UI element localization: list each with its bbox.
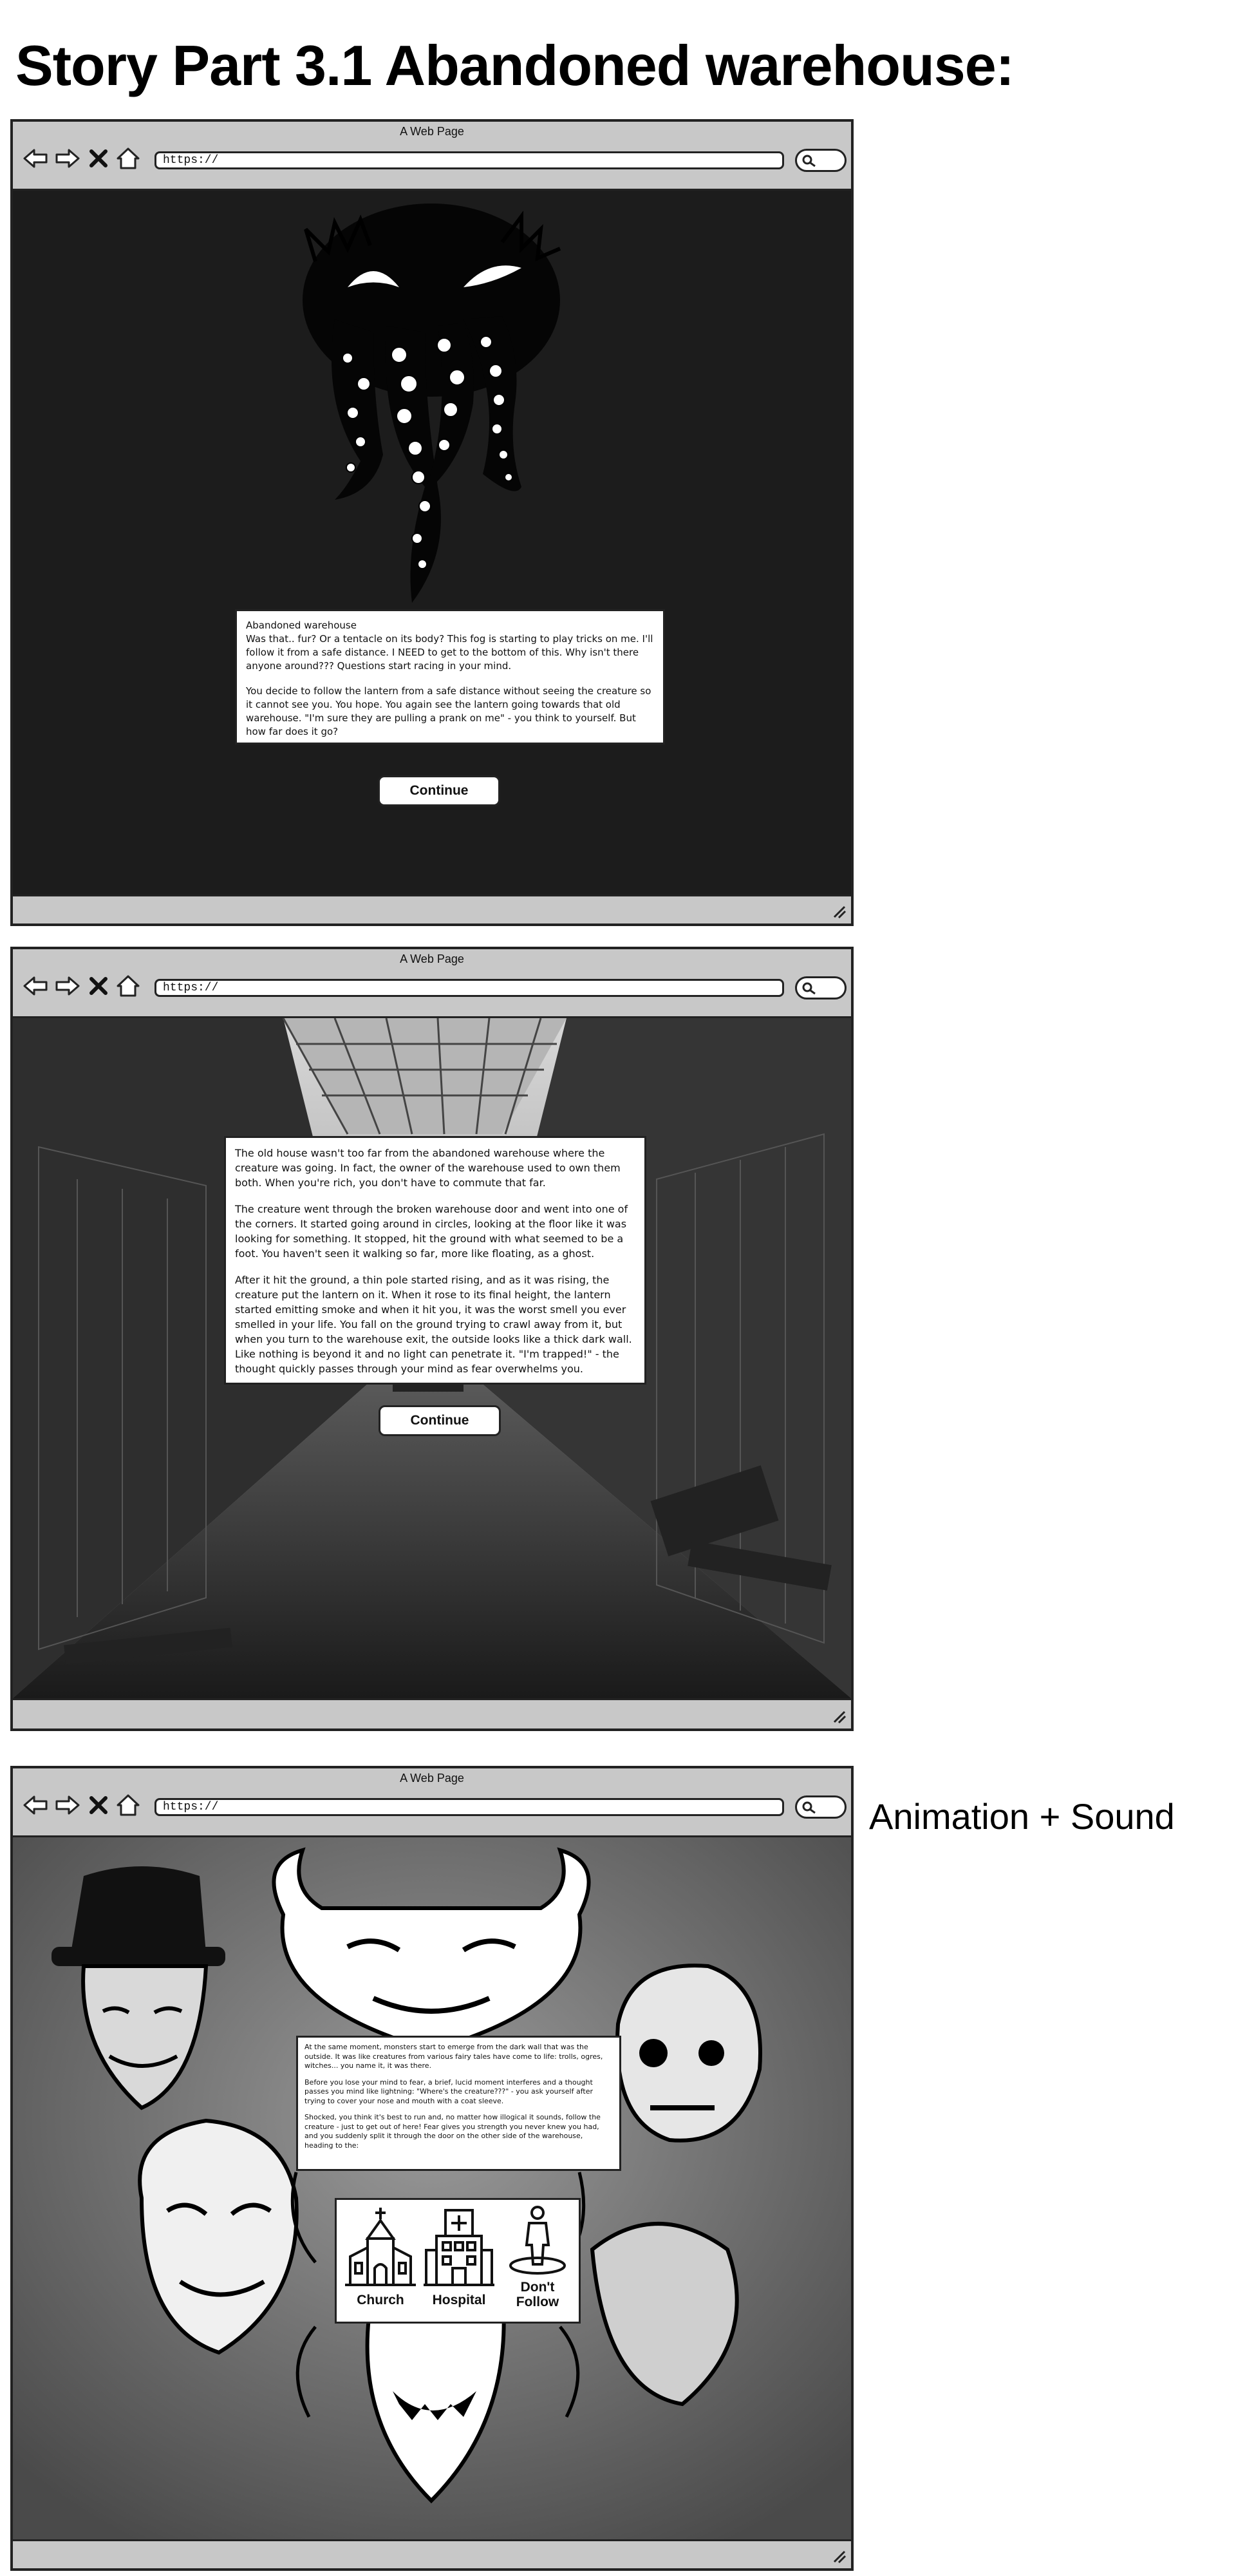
search-icon xyxy=(802,1801,816,1814)
close-icon[interactable] xyxy=(85,1792,112,1819)
url-input[interactable]: https:// xyxy=(154,151,784,169)
page-viewport: Abandoned warehouse Was that.. fur? Or a… xyxy=(13,189,851,896)
story-text-panel: The old house wasn't too far from the ab… xyxy=(224,1136,646,1385)
back-arrow-icon[interactable] xyxy=(22,1792,49,1819)
search-button[interactable] xyxy=(795,976,847,999)
story-paragraph: The old house wasn't too far from the ab… xyxy=(235,1147,621,1189)
browser-window-2: A Web Page https:// The old house wasn't… xyxy=(10,947,854,1731)
story-paragraph: Was that.. fur? Or a tentacle on its bod… xyxy=(246,633,653,672)
forward-arrow-icon[interactable] xyxy=(54,145,81,172)
choice-hospital[interactable]: Hospital xyxy=(420,2205,498,2321)
story-paragraph: You decide to follow the lantern from a … xyxy=(246,685,651,737)
browser-window-3: A Web Page https:// At the same moment, … xyxy=(10,1766,854,2571)
browser-toolbar: https:// xyxy=(13,1790,851,1828)
page-title: Story Part 3.1 Abandoned warehouse: xyxy=(15,33,1015,97)
browser-toolbar: https:// xyxy=(13,971,851,1009)
continue-button[interactable]: Continue xyxy=(379,1405,501,1436)
forward-arrow-icon[interactable] xyxy=(54,1792,81,1819)
page-viewport: The old house wasn't too far from the ab… xyxy=(13,1016,851,1700)
window-title: A Web Page xyxy=(400,1772,464,1785)
url-input[interactable]: https:// xyxy=(154,1798,784,1816)
status-bar xyxy=(13,894,851,923)
choice-label: Hospital xyxy=(432,2293,486,2307)
choice-dont-follow[interactable]: Don't Follow xyxy=(499,2205,576,2321)
status-bar xyxy=(13,2539,851,2568)
story-paragraph: Shocked, you think it's best to run and,… xyxy=(304,2113,601,2150)
resize-grip-icon[interactable] xyxy=(830,1708,847,1725)
church-icon xyxy=(345,2208,416,2286)
search-icon xyxy=(802,982,816,995)
resize-grip-icon[interactable] xyxy=(830,2548,847,2564)
choice-label: Church xyxy=(357,2293,404,2307)
home-icon[interactable] xyxy=(115,145,142,172)
home-icon[interactable] xyxy=(115,1792,142,1819)
story-title: Abandoned warehouse xyxy=(246,620,357,631)
window-title: A Web Page xyxy=(400,952,464,965)
window-title: A Web Page xyxy=(400,125,464,138)
annotation-note: Animation + Sound xyxy=(869,1796,1175,1837)
forward-arrow-icon[interactable] xyxy=(54,972,81,999)
search-button[interactable] xyxy=(795,149,847,172)
page-viewport: At the same moment, monsters start to em… xyxy=(13,1835,851,2541)
choice-label: Don't Follow xyxy=(516,2280,559,2309)
close-icon[interactable] xyxy=(85,145,112,172)
resize-grip-icon[interactable] xyxy=(830,903,847,920)
back-arrow-icon[interactable] xyxy=(22,145,49,172)
browser-toolbar: https:// xyxy=(13,144,851,181)
search-button[interactable] xyxy=(795,1795,847,1819)
continue-button[interactable]: Continue xyxy=(378,775,500,806)
monsters-collage-illustration xyxy=(13,1837,851,2539)
back-arrow-icon[interactable] xyxy=(22,972,49,999)
choice-church[interactable]: Church xyxy=(342,2205,419,2321)
hospital-icon xyxy=(424,2209,494,2286)
story-text-panel: Abandoned warehouse Was that.. fur? Or a… xyxy=(235,609,665,744)
story-text-panel: At the same moment, monsters start to em… xyxy=(296,2036,621,2171)
story-paragraph: After it hit the ground, a thin pole sta… xyxy=(235,1274,632,1375)
search-icon xyxy=(802,155,816,167)
browser-window-1: A Web Page https:// Abandoned warehouse … xyxy=(10,119,854,926)
choice-panel: Church Hospital Don't Follow xyxy=(335,2198,581,2324)
story-paragraph: The creature went through the broken war… xyxy=(235,1203,628,1260)
story-paragraph: Before you lose your mind to fear, a bri… xyxy=(304,2078,593,2105)
person-standing-icon xyxy=(509,2206,566,2275)
url-input[interactable]: https:// xyxy=(154,979,784,997)
status-bar xyxy=(13,1699,851,1728)
home-icon[interactable] xyxy=(115,972,142,999)
close-icon[interactable] xyxy=(85,972,112,999)
story-paragraph: At the same moment, monsters start to em… xyxy=(304,2043,603,2070)
